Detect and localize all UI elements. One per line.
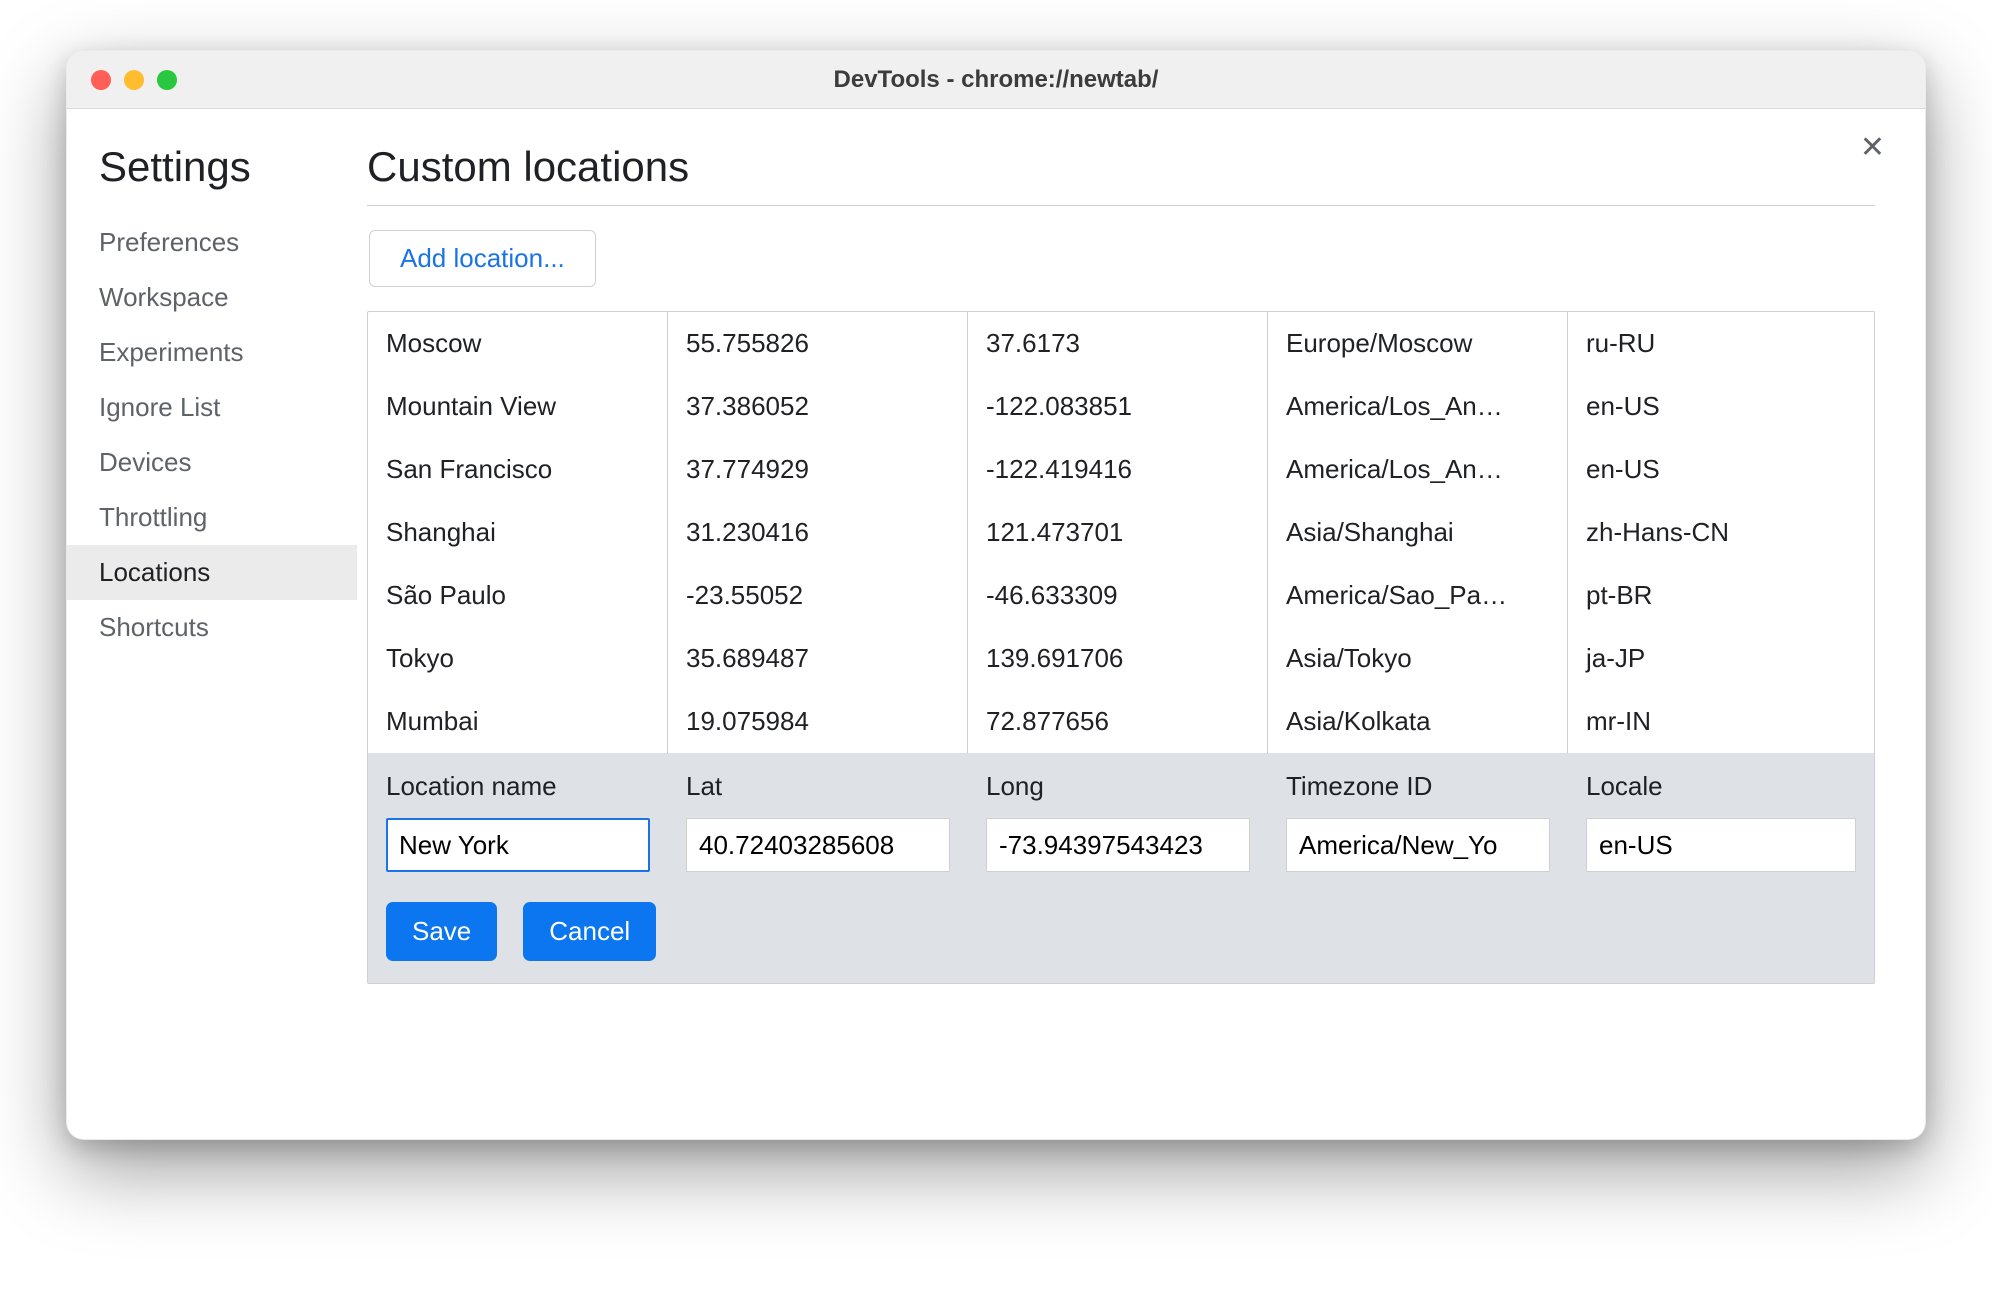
cell-timezone: America/Sao_Pa…: [1268, 564, 1568, 627]
cell-timezone: Asia/Kolkata: [1268, 690, 1568, 753]
cell-locale: ru-RU: [1568, 312, 1874, 375]
cell-lat: 35.689487: [668, 627, 968, 690]
editor-header-lat: Lat: [668, 753, 968, 808]
cell-name: Shanghai: [368, 501, 668, 564]
cell-lat: 55.755826: [668, 312, 968, 375]
location-editor: Location name Lat Long Timezone ID Local…: [368, 753, 1874, 983]
cell-timezone: Asia/Shanghai: [1268, 501, 1568, 564]
cell-long: 37.6173: [968, 312, 1268, 375]
cell-lat: 31.230416: [668, 501, 968, 564]
content-area: ✕ Settings PreferencesWorkspaceExperimen…: [67, 109, 1925, 1139]
window-controls: [67, 70, 177, 90]
cell-long: -46.633309: [968, 564, 1268, 627]
editor-header-timezone: Timezone ID: [1268, 753, 1568, 808]
cell-name: Moscow: [368, 312, 668, 375]
table-row[interactable]: Tokyo35.689487139.691706Asia/Tokyoja-JP: [368, 627, 1874, 690]
cell-lat: 37.774929: [668, 438, 968, 501]
cell-long: -122.083851: [968, 375, 1268, 438]
cell-long: 139.691706: [968, 627, 1268, 690]
editor-header-locale: Locale: [1568, 753, 1874, 808]
divider: [367, 205, 1875, 206]
cancel-button[interactable]: Cancel: [523, 902, 656, 961]
timezone-input[interactable]: [1286, 818, 1550, 872]
location-name-input[interactable]: [386, 818, 650, 872]
close-settings-button[interactable]: ✕: [1860, 133, 1885, 163]
latitude-input[interactable]: [686, 818, 950, 872]
cell-timezone: Asia/Tokyo: [1268, 627, 1568, 690]
cell-name: San Francisco: [368, 438, 668, 501]
devtools-settings-window: DevTools - chrome://newtab/ ✕ Settings P…: [66, 50, 1926, 1140]
window-title: DevTools - chrome://newtab/: [67, 66, 1925, 94]
table-row[interactable]: Shanghai31.230416121.473701Asia/Shanghai…: [368, 501, 1874, 564]
cell-locale: mr-IN: [1568, 690, 1874, 753]
cell-timezone: America/Los_An…: [1268, 375, 1568, 438]
table-row[interactable]: São Paulo-23.55052-46.633309America/Sao_…: [368, 564, 1874, 627]
cell-long: 72.877656: [968, 690, 1268, 753]
cell-lat: -23.55052: [668, 564, 968, 627]
editor-header-long: Long: [968, 753, 1268, 808]
page-title: Custom locations: [367, 143, 1875, 191]
cell-locale: en-US: [1568, 375, 1874, 438]
sidebar-item-throttling[interactable]: Throttling: [67, 490, 357, 545]
settings-main-panel: Custom locations Add location... Moscow5…: [357, 109, 1925, 1139]
sidebar-item-workspace[interactable]: Workspace: [67, 270, 357, 325]
table-row[interactable]: Mumbai19.07598472.877656Asia/Kolkatamr-I…: [368, 690, 1874, 753]
cell-name: Mountain View: [368, 375, 668, 438]
cell-lat: 37.386052: [668, 375, 968, 438]
sidebar-item-experiments[interactable]: Experiments: [67, 325, 357, 380]
maximize-icon[interactable]: [157, 70, 177, 90]
longitude-input[interactable]: [986, 818, 1250, 872]
locale-input[interactable]: [1586, 818, 1856, 872]
cell-timezone: Europe/Moscow: [1268, 312, 1568, 375]
sidebar-item-ignore-list[interactable]: Ignore List: [67, 380, 357, 435]
cell-timezone: America/Los_An…: [1268, 438, 1568, 501]
cell-name: São Paulo: [368, 564, 668, 627]
close-icon[interactable]: [91, 70, 111, 90]
sidebar-item-preferences[interactable]: Preferences: [67, 215, 357, 270]
sidebar-title: Settings: [67, 143, 357, 191]
cell-long: -122.419416: [968, 438, 1268, 501]
save-button[interactable]: Save: [386, 902, 497, 961]
cell-locale: en-US: [1568, 438, 1874, 501]
cell-locale: pt-BR: [1568, 564, 1874, 627]
add-location-button[interactable]: Add location...: [369, 230, 596, 287]
titlebar: DevTools - chrome://newtab/: [67, 51, 1925, 109]
table-row[interactable]: San Francisco37.774929-122.419416America…: [368, 438, 1874, 501]
cell-locale: ja-JP: [1568, 627, 1874, 690]
cell-name: Tokyo: [368, 627, 668, 690]
cell-long: 121.473701: [968, 501, 1268, 564]
sidebar-item-locations[interactable]: Locations: [67, 545, 357, 600]
settings-sidebar: Settings PreferencesWorkspaceExperiments…: [67, 109, 357, 1139]
table-row[interactable]: Moscow55.75582637.6173Europe/Moscowru-RU: [368, 312, 1874, 375]
editor-header-name: Location name: [368, 753, 668, 808]
locations-table: Moscow55.75582637.6173Europe/Moscowru-RU…: [367, 311, 1875, 984]
cell-lat: 19.075984: [668, 690, 968, 753]
sidebar-item-shortcuts[interactable]: Shortcuts: [67, 600, 357, 655]
minimize-icon[interactable]: [124, 70, 144, 90]
table-row[interactable]: Mountain View37.386052-122.083851America…: [368, 375, 1874, 438]
sidebar-item-devices[interactable]: Devices: [67, 435, 357, 490]
cell-locale: zh-Hans-CN: [1568, 501, 1874, 564]
cell-name: Mumbai: [368, 690, 668, 753]
